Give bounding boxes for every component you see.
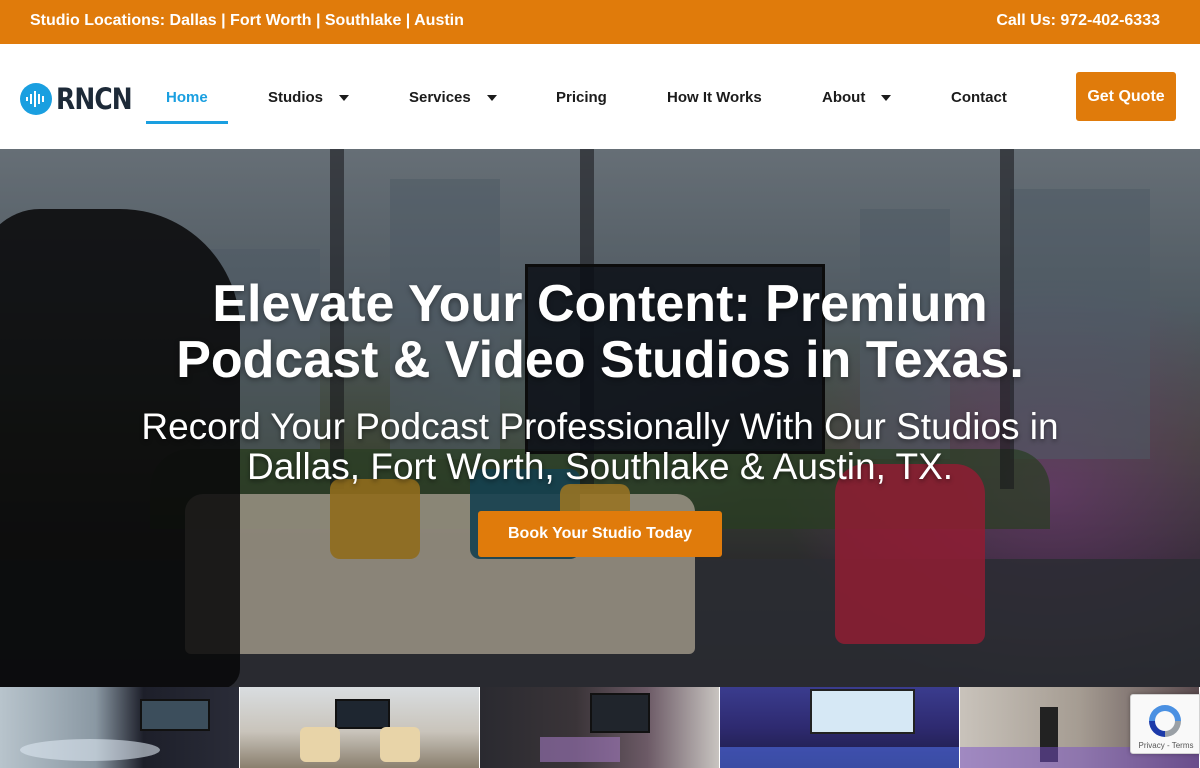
chevron-down-icon [486, 94, 497, 101]
thumb-tv [140, 699, 210, 731]
nav-how-it-works[interactable]: How It Works [667, 89, 762, 106]
thumb-chair [300, 727, 340, 762]
nav-home[interactable]: Home [166, 89, 208, 106]
site-header: RNCN Home Studios Services Pricing How I… [0, 44, 1200, 149]
hero-title: Elevate Your Content: Premium Podcast & … [0, 276, 1200, 388]
thumb-table [20, 739, 160, 761]
thumb-lighting [540, 737, 620, 762]
hero-subtitle: Record Your Podcast Professionally With … [60, 407, 1140, 487]
chevron-down-icon [339, 94, 349, 101]
hero-subtitle-line-1: Record Your Podcast Professionally With … [141, 406, 1059, 447]
nav-about[interactable]: About [822, 89, 892, 106]
studio-locations-text: Studio Locations: Dallas | Fort Worth | … [30, 12, 464, 29]
top-info-bar: Studio Locations: Dallas | Fort Worth | … [0, 0, 1200, 44]
active-nav-indicator [146, 121, 228, 124]
chevron-down-icon [881, 94, 892, 101]
thumb-chair [380, 727, 420, 762]
site-logo[interactable]: RNCN [20, 82, 144, 116]
recaptcha-links[interactable]: Privacy - Terms [1131, 741, 1200, 750]
phone-link[interactable]: Call Us: 972-402-6333 [996, 12, 1160, 30]
get-quote-button[interactable]: Get Quote [1076, 72, 1176, 121]
hero-subtitle-line-2: Dallas, Fort Worth, Southlake & Austin, … [246, 446, 954, 487]
studio-gallery-strip [0, 687, 1200, 768]
nav-services[interactable]: Services [409, 89, 497, 106]
gallery-thumbnail[interactable] [0, 687, 240, 768]
gallery-thumbnail[interactable] [240, 687, 480, 768]
thumb-tv [335, 699, 390, 729]
nav-pricing[interactable]: Pricing [556, 89, 607, 106]
soundwave-icon [20, 83, 52, 115]
thumb-tv [590, 693, 650, 733]
thumb-lighting [720, 747, 959, 768]
hero-title-line-2: Podcast & Video Studios in Texas. [176, 331, 1024, 389]
hero-title-line-1: Elevate Your Content: Premium [212, 275, 988, 333]
nav-home-label: Home [166, 89, 208, 106]
nav-how-it-works-label: How It Works [667, 89, 762, 106]
nav-about-label: About [822, 89, 866, 106]
recaptcha-icon [1149, 705, 1181, 737]
hero-section: Elevate Your Content: Premium Podcast & … [0, 149, 1200, 687]
recaptcha-badge[interactable]: Privacy - Terms [1130, 694, 1200, 754]
nav-services-label: Services [409, 89, 471, 106]
gallery-thumbnail[interactable] [480, 687, 720, 768]
gallery-thumbnail[interactable] [720, 687, 960, 768]
nav-pricing-label: Pricing [556, 89, 607, 106]
thumb-tv [810, 689, 915, 734]
nav-studios[interactable]: Studios [268, 89, 349, 106]
brand-name: RNCN [56, 82, 133, 116]
nav-contact-label: Contact [951, 89, 1007, 106]
nav-contact[interactable]: Contact [951, 89, 1007, 106]
book-studio-button[interactable]: Book Your Studio Today [478, 511, 722, 557]
nav-studios-label: Studios [268, 89, 323, 106]
